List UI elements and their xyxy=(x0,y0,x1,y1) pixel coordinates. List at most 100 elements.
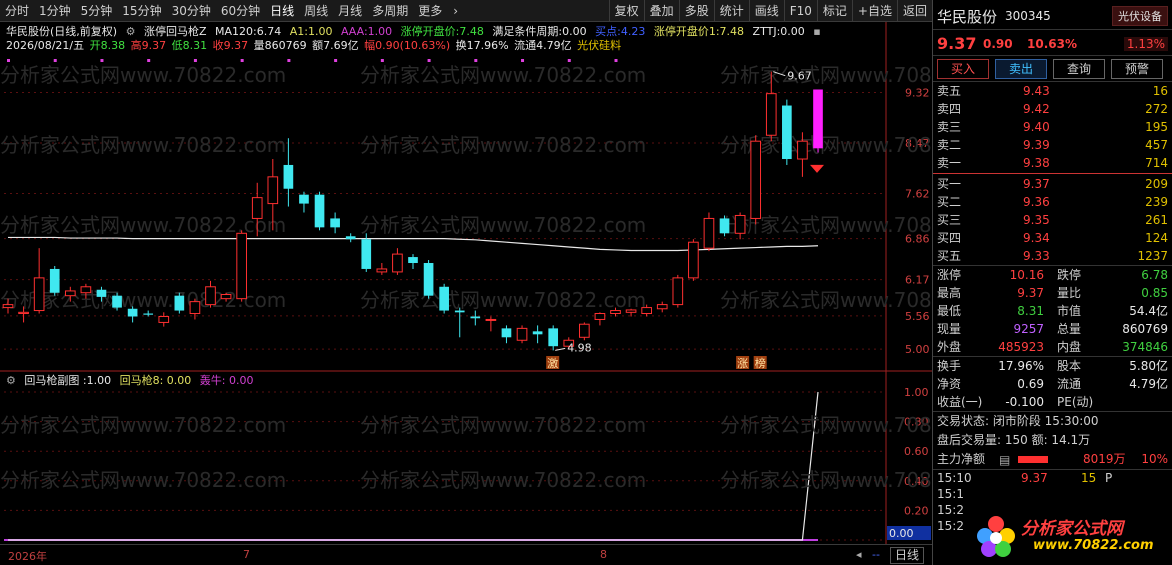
candle-body[interactable] xyxy=(656,304,668,310)
candle-body[interactable] xyxy=(594,313,606,320)
bid-row[interactable]: 买五 9.33 1237 xyxy=(933,247,1172,265)
toolbar-button[interactable]: +自选 xyxy=(851,0,897,22)
scroll-left-icon[interactable]: ◂ xyxy=(856,548,862,561)
period-tab[interactable]: 月线 xyxy=(333,0,367,22)
period-tab[interactable]: 30分钟 xyxy=(167,0,216,22)
candle-body[interactable] xyxy=(33,277,45,312)
candle-body[interactable] xyxy=(80,286,92,294)
candle-body[interactable] xyxy=(641,307,652,315)
candle-body[interactable] xyxy=(220,294,232,300)
candle-body[interactable] xyxy=(143,313,154,315)
period-tab[interactable]: 日线 xyxy=(265,0,299,22)
candle-body[interactable] xyxy=(112,295,122,308)
main-chart[interactable]: 9.32 8.47 7.62 6.86 6.17 5.56 5.00 分析家公式网www.70… xyxy=(0,22,932,372)
candle-body[interactable] xyxy=(392,253,403,273)
toolbar-button[interactable]: 统计 xyxy=(713,0,749,22)
scroll-right-icon[interactable]: -- xyxy=(872,548,880,561)
bid-row[interactable]: 买四 9.34 124 xyxy=(933,229,1172,247)
candle-body[interactable] xyxy=(485,318,497,321)
candle-body[interactable] xyxy=(18,311,29,315)
candle-body[interactable] xyxy=(205,286,216,306)
concept-tag[interactable]: 光伏硅料 xyxy=(577,39,621,52)
close-indicator-icon[interactable]: ▪ xyxy=(813,25,820,38)
candle-body[interactable] xyxy=(2,304,14,309)
toolbar-button[interactable]: 返回 xyxy=(896,0,932,22)
candlestick-chart[interactable]: 9.328.477.626.866.175.565.00分析家公式网www.70… xyxy=(0,22,932,372)
toolbar-button[interactable]: 画线 xyxy=(748,0,784,22)
candle-body[interactable] xyxy=(532,331,543,335)
bid-row[interactable]: 买二 9.36 239 xyxy=(933,193,1172,211)
period-tab[interactable]: 60分钟 xyxy=(216,0,265,22)
period-tab[interactable]: 多周期 xyxy=(367,0,413,22)
period-tab[interactable]: 周线 xyxy=(299,0,333,22)
candle-body[interactable] xyxy=(376,268,388,273)
candle-body[interactable] xyxy=(703,217,715,249)
toolbar-button[interactable]: 多股 xyxy=(678,0,714,22)
candle-body[interactable] xyxy=(610,310,621,315)
candle-body[interactable] xyxy=(672,277,684,306)
period-tab[interactable]: 1分钟 xyxy=(34,0,76,22)
period-tab[interactable]: 更多 xyxy=(413,0,447,22)
candle-body[interactable] xyxy=(64,290,76,297)
candle-body[interactable] xyxy=(299,194,309,204)
candle-body[interactable] xyxy=(236,232,247,300)
candle-body[interactable] xyxy=(501,328,512,338)
sell-button[interactable]: 卖出 xyxy=(995,58,1047,79)
ask-row[interactable]: 卖二 9.39 457 xyxy=(933,136,1172,154)
candle-body[interactable] xyxy=(625,309,637,313)
toolbar-button[interactable]: 标记 xyxy=(816,0,852,22)
more-chevron-icon[interactable]: › xyxy=(447,0,464,22)
candle-body[interactable] xyxy=(96,289,107,297)
candle-body[interactable] xyxy=(423,263,434,296)
candle-body[interactable] xyxy=(782,105,792,160)
bid-row[interactable]: 买一 9.37 209 xyxy=(933,175,1172,193)
main-flow-chart-icon[interactable]: ▤ xyxy=(999,451,1010,470)
candle-body[interactable] xyxy=(797,140,808,160)
candle-body[interactable] xyxy=(345,236,356,240)
candle-body[interactable] xyxy=(454,310,465,313)
period-tab[interactable]: 5分钟 xyxy=(76,0,118,22)
alert-button[interactable]: 预警 xyxy=(1111,58,1163,79)
sub-indicator-chart[interactable]: 1.000.800.600.400.200.00分析家公式网www.70822.… xyxy=(0,372,932,544)
toolbar-button[interactable]: 叠加 xyxy=(643,0,679,22)
candle-body[interactable] xyxy=(765,93,777,136)
candle-body[interactable] xyxy=(734,214,746,234)
candle-body[interactable] xyxy=(267,176,279,205)
candle-body[interactable] xyxy=(813,89,823,149)
sub-chart[interactable]: 1.00 0.80 0.60 0.40 0.20 0.00 分析家公式网www.70822.… xyxy=(0,372,932,544)
candle-body[interactable] xyxy=(470,316,481,319)
sub-gear-icon[interactable]: ⚙ xyxy=(6,374,16,387)
toolbar-button[interactable]: F10 xyxy=(783,0,817,22)
candle-body[interactable] xyxy=(49,268,60,293)
candle-body[interactable] xyxy=(174,295,185,311)
bid-row[interactable]: 买三 9.35 261 xyxy=(933,211,1172,229)
candle-body[interactable] xyxy=(750,140,762,219)
period-button[interactable]: 日线 xyxy=(890,547,925,564)
buy-button[interactable]: 买入 xyxy=(937,58,989,79)
main-flow-row[interactable]: 主力净额 ▤ 8019万 10% xyxy=(933,450,1172,469)
candle-body[interactable] xyxy=(361,239,372,269)
candle-body[interactable] xyxy=(719,218,730,234)
candle-body[interactable] xyxy=(548,328,559,347)
candle-body[interactable] xyxy=(516,327,528,341)
candle-body[interactable] xyxy=(127,308,138,317)
candle-body[interactable] xyxy=(688,241,699,279)
candle-body[interactable] xyxy=(314,194,325,228)
candle-body[interactable] xyxy=(439,286,449,311)
candle-body[interactable] xyxy=(579,323,590,338)
candle-body[interactable] xyxy=(251,197,263,219)
period-tab[interactable]: 15分钟 xyxy=(117,0,166,22)
query-button[interactable]: 查询 xyxy=(1053,58,1105,79)
toolbar-button[interactable]: 复权 xyxy=(608,0,644,22)
indicator-gear-icon[interactable]: ⚙ xyxy=(126,25,136,38)
candle-body[interactable] xyxy=(283,164,294,189)
candle-body[interactable] xyxy=(408,257,418,264)
ask-row[interactable]: 卖五 9.43 16 xyxy=(933,82,1172,100)
ask-row[interactable]: 卖一 9.38 714 xyxy=(933,154,1172,172)
indicator-name[interactable]: 涨停回马枪Z xyxy=(144,25,207,38)
period-tab[interactable]: 分时 xyxy=(0,0,34,22)
sector-badge[interactable]: 光伏设备 xyxy=(1112,6,1168,26)
candle-body[interactable] xyxy=(330,218,340,228)
sub-indicator-name[interactable]: 回马枪副图 :1.00 xyxy=(24,374,111,387)
candle-body[interactable] xyxy=(158,315,170,323)
